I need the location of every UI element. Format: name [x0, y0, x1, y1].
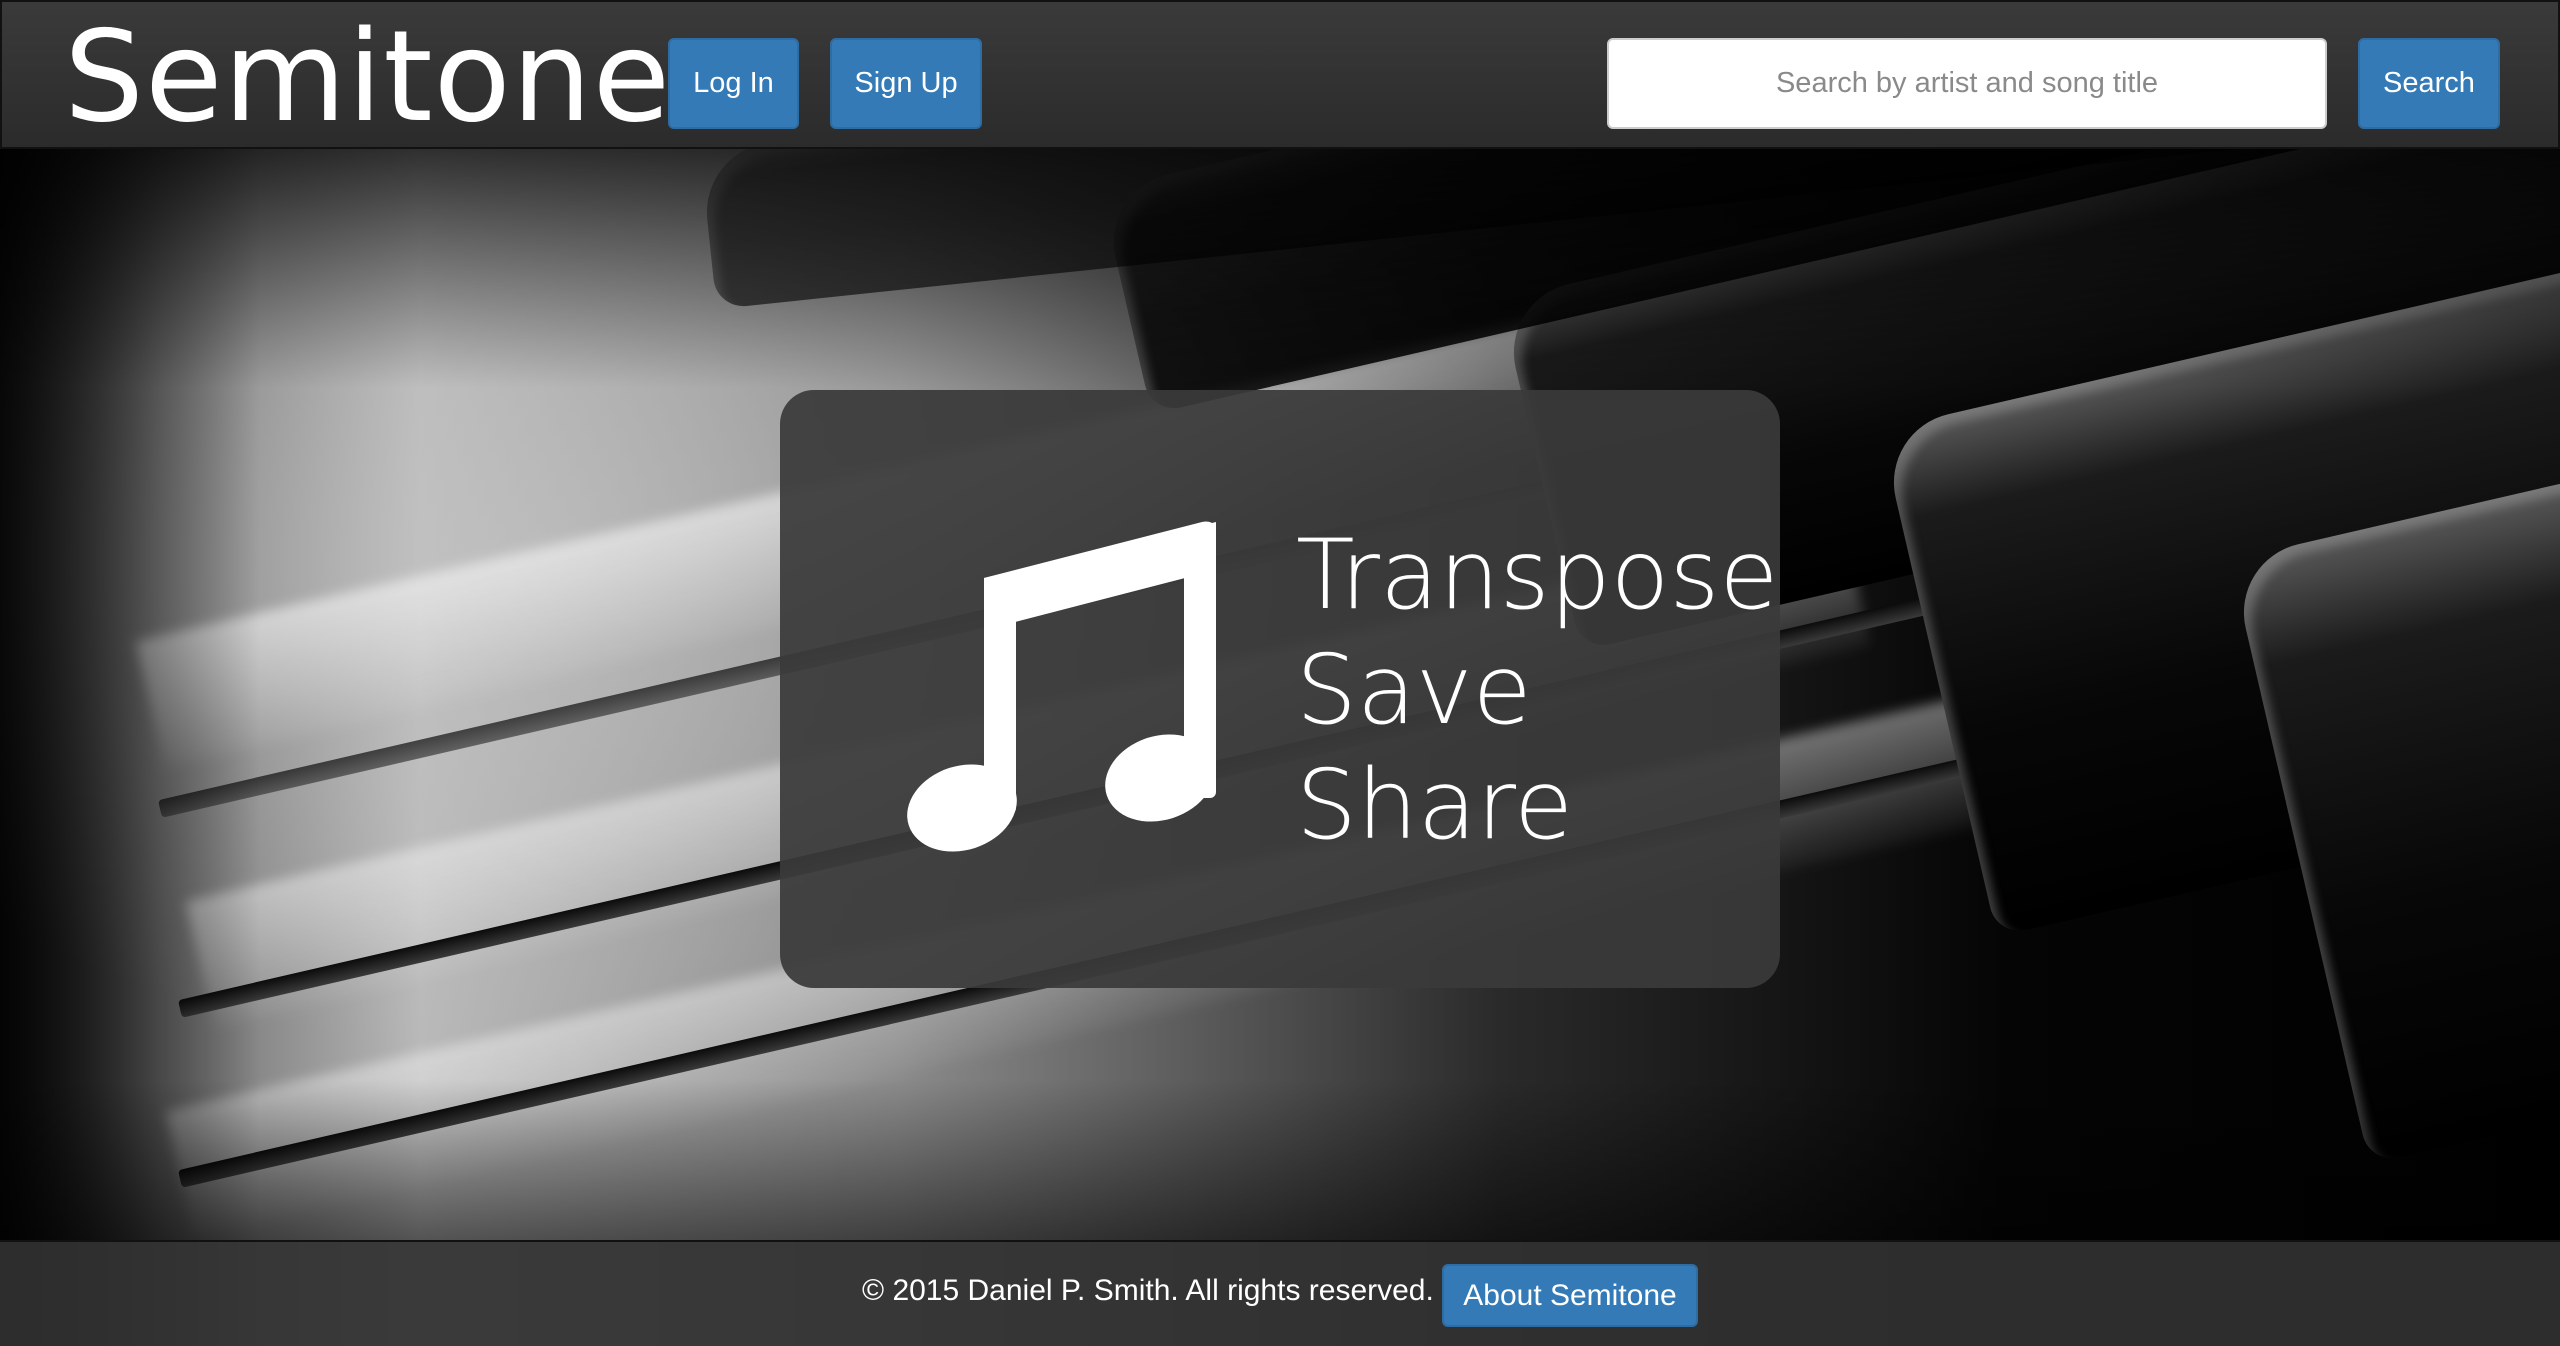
- feature-taglines: Transpose Save Share: [1296, 518, 1778, 863]
- footer: © 2015 Daniel P. Smith. All rights reser…: [0, 1240, 2560, 1346]
- copyright-text: © 2015 Daniel P. Smith. All rights reser…: [862, 1274, 1434, 1307]
- tagline-save: Save: [1296, 634, 1532, 746]
- search-input[interactable]: [1607, 38, 2327, 129]
- tagline-transpose: Transpose: [1296, 519, 1779, 631]
- music-note-icon: [907, 521, 1216, 852]
- about-button[interactable]: About Semitone: [1442, 1264, 1698, 1327]
- signup-button[interactable]: Sign Up: [830, 38, 982, 129]
- search-button[interactable]: Search: [2358, 38, 2500, 129]
- feature-card: Transpose Save Share: [780, 390, 1780, 988]
- brand-logo[interactable]: Semitone: [64, 4, 671, 150]
- login-button[interactable]: Log In: [668, 38, 799, 129]
- top-navbar: Semitone Log In Sign Up Search: [0, 0, 2560, 150]
- tagline-share: Share: [1296, 749, 1574, 861]
